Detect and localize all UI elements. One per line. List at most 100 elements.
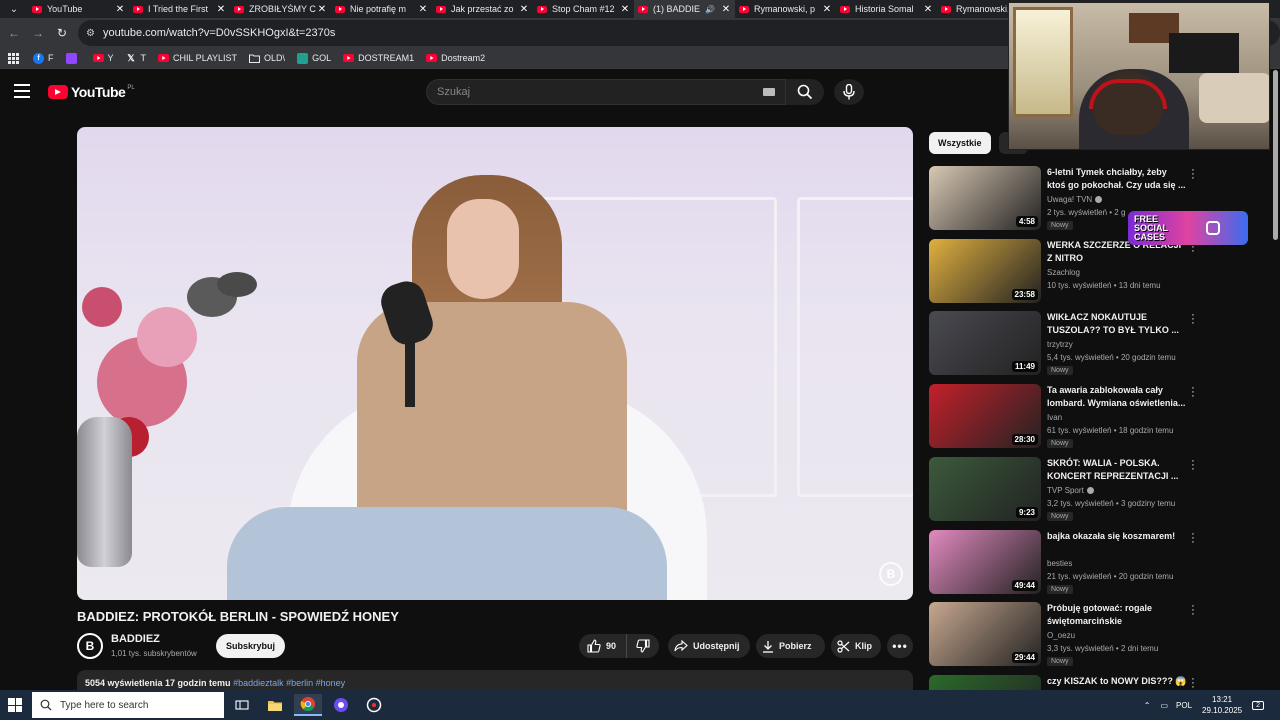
more-vert-icon[interactable]: ··· (1189, 456, 1197, 475)
browser-tab[interactable]: Nie potrafię m ✕ (331, 0, 432, 18)
more-vert-icon[interactable]: ··· (1189, 529, 1197, 548)
recommended-channel[interactable]: Uwaga! TVN (1047, 195, 1103, 204)
recommended-title[interactable]: bajka okazała się koszmarem! (1047, 530, 1187, 543)
recommended-title[interactable]: WIKŁACZ NOKAUTUJE TUSZOLA?? TO BYŁ TYLKO… (1047, 311, 1187, 337)
browser-tab[interactable]: Jak przestać zo ✕ (432, 0, 533, 18)
recommended-video[interactable]: 29:44 Próbuję gotować: rogale świętomarci… (929, 601, 1204, 668)
recommended-channel[interactable]: trzytrzy (1047, 340, 1073, 349)
bookmark-item[interactable]: 𝕏T (126, 53, 146, 64)
tab-search-icon[interactable]: ⌄ (0, 0, 28, 18)
download-button[interactable]: Pobierz (756, 634, 825, 658)
browser-tab[interactable]: Rymanowski, p ✕ (735, 0, 836, 18)
dislike-button[interactable] (627, 639, 659, 653)
language-indicator[interactable]: POL (1176, 701, 1192, 710)
more-vert-icon[interactable]: ··· (1189, 310, 1197, 329)
clip-button[interactable]: Klip (831, 634, 881, 658)
video-thumbnail[interactable]: 23:58 (929, 239, 1041, 303)
close-tab-icon[interactable]: ✕ (115, 4, 125, 15)
speaker-icon[interactable]: 🔊 (705, 5, 715, 14)
recommended-channel[interactable]: TVP Sport (1047, 486, 1094, 495)
video-thumbnail[interactable]: 28:30 (929, 384, 1041, 448)
video-thumbnail[interactable]: 4:58 (929, 166, 1041, 230)
close-tab-icon[interactable]: ✕ (317, 4, 327, 15)
filter-chip[interactable]: Wszystkie (929, 132, 991, 154)
bookmark-item[interactable]: CHIL PLAYLIST (158, 53, 237, 64)
recommended-title[interactable]: Ta awaria zablokowała cały lombard. Wymi… (1047, 384, 1187, 410)
bookmark-item[interactable]: Dostream2 (426, 53, 485, 64)
channel-watermark-icon[interactable]: B (879, 562, 903, 586)
recommended-channel[interactable]: O_oezu (1047, 631, 1075, 640)
keyboard-icon[interactable] (763, 88, 775, 96)
more-vert-icon[interactable]: ··· (1189, 675, 1197, 693)
taskbar-search-input[interactable]: Type here to search (32, 692, 224, 718)
browser-tab[interactable]: (1) BADDIE 🔊 ✕ (634, 0, 735, 18)
close-tab-icon[interactable]: ✕ (721, 4, 731, 15)
forward-arrow-icon[interactable]: → (26, 21, 50, 45)
recommended-title[interactable]: czy KISZAK to NOWY DIS??? 😱 (1047, 675, 1187, 688)
bookmark-item[interactable]: Y (92, 53, 114, 64)
recommended-video[interactable]: 11:49 WIKŁACZ NOKAUTUJE TUSZOLA?? TO BYŁ … (929, 310, 1204, 377)
video-thumbnail[interactable]: 9:23 (929, 457, 1041, 521)
close-tab-icon[interactable]: ✕ (418, 4, 428, 15)
close-tab-icon[interactable]: ✕ (216, 4, 226, 15)
close-tab-icon[interactable]: ✕ (822, 4, 832, 15)
more-vert-icon[interactable]: ··· (1189, 383, 1197, 402)
bookmark-item[interactable] (65, 52, 81, 64)
site-info-icon[interactable]: ⚙ (86, 28, 95, 39)
voice-search-button[interactable] (834, 79, 864, 105)
network-icon[interactable]: ▭ (1160, 701, 1168, 710)
notification-icon[interactable]: 2 (1252, 700, 1264, 710)
more-vert-icon[interactable]: ··· (1189, 601, 1197, 620)
recommended-video[interactable]: 28:30 Ta awaria zablokowała cały lombard.… (929, 383, 1204, 450)
browser-tab[interactable]: ZROBIŁYŚMY C ✕ (230, 0, 331, 18)
youtube-logo[interactable]: YouTube PL (48, 84, 135, 100)
more-actions-button[interactable]: ••• (887, 634, 913, 658)
messenger-icon[interactable] (327, 694, 355, 716)
like-button[interactable]: 90 (579, 634, 627, 658)
video-player[interactable]: B (77, 127, 913, 600)
file-explorer-icon[interactable] (261, 694, 289, 716)
browser-tab[interactable]: YouTube ✕ (28, 0, 129, 18)
bookmark-item[interactable]: GOL (297, 52, 331, 64)
chevron-up-icon[interactable]: ⌃ (1144, 701, 1151, 710)
page-scrollbar[interactable] (1273, 70, 1278, 240)
browser-tab[interactable]: Historia Somal ✕ (836, 0, 937, 18)
recommended-title[interactable]: SKRÓT: WALIA - POLSKA. KONCERT REPREZENT… (1047, 457, 1187, 483)
video-thumbnail[interactable]: 29:44 (929, 602, 1041, 666)
recommended-title[interactable]: 6-letni Tymek chciałby, żeby ktoś go pok… (1047, 166, 1187, 192)
back-arrow-icon[interactable]: ← (2, 21, 26, 45)
task-view-icon[interactable] (228, 694, 256, 716)
recommended-video[interactable]: 23:58 WERKA SZCZERZE O RELACJI Z NITRO Sza… (929, 238, 1204, 305)
recommended-channel[interactable]: Ivan (1047, 413, 1062, 422)
share-button[interactable]: Udostępnij (668, 634, 750, 658)
search-button[interactable] (786, 79, 824, 105)
browser-tab[interactable]: I Tried the First ✕ (129, 0, 230, 18)
recommended-video[interactable]: 49:44 bajka okazała się koszmarem! besties… (929, 529, 1204, 596)
reload-icon[interactable]: ↻ (50, 21, 74, 45)
bookmark-item[interactable]: fF (33, 52, 54, 64)
apps-grid-icon[interactable] (8, 52, 19, 64)
hashtags[interactable]: #baddieztalk #berlin #honey (233, 678, 345, 688)
hamburger-menu-icon[interactable] (14, 84, 30, 98)
recommended-title[interactable]: Próbuję gotować: rogale świętomarcińskie (1047, 602, 1187, 628)
app-icon[interactable] (360, 694, 388, 716)
video-thumbnail[interactable]: 11:49 (929, 311, 1041, 375)
search-input[interactable]: Szukaj (426, 79, 786, 105)
video-thumbnail[interactable]: 49:44 (929, 530, 1041, 594)
recommended-video[interactable]: 9:23 SKRÓT: WALIA - POLSKA. KONCERT REPRE… (929, 456, 1204, 523)
channel-name[interactable]: BADDIEZ (111, 633, 160, 645)
recommended-channel[interactable]: Szachlog (1047, 268, 1080, 277)
clock[interactable]: 13:21 29.10.2025 (1202, 694, 1242, 716)
channel-avatar[interactable]: B (77, 633, 103, 659)
close-tab-icon[interactable]: ✕ (923, 4, 933, 15)
chrome-icon[interactable] (294, 694, 322, 716)
bookmark-item[interactable]: OLD\ (249, 53, 285, 64)
windows-start-icon[interactable] (8, 698, 22, 712)
bookmark-item[interactable]: DOSTREAM1 (343, 53, 414, 64)
recommended-channel[interactable]: besties (1047, 559, 1072, 568)
close-tab-icon[interactable]: ✕ (620, 4, 630, 15)
browser-tab[interactable]: Stop Cham #12 ✕ (533, 0, 634, 18)
close-tab-icon[interactable]: ✕ (519, 4, 529, 15)
subscribe-button[interactable]: Subskrybuj (216, 634, 285, 658)
more-vert-icon[interactable]: ··· (1189, 165, 1197, 184)
